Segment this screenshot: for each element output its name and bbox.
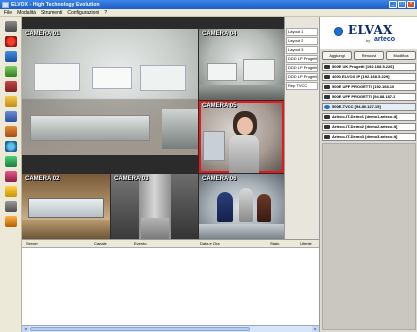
camera-tile-03[interactable]: CAMERA 03 — [111, 174, 198, 239]
search-icon[interactable] — [4, 141, 17, 152]
col-status[interactable]: Stato — [270, 241, 279, 246]
layout-item[interactable]: Layout 1 — [286, 28, 318, 36]
menu-strumenti[interactable]: Strumenti — [41, 10, 62, 16]
title-bar: ELVOX - High Technology Evolution _ □ × — [0, 0, 417, 9]
brand-by: by — [366, 38, 371, 43]
users-icon[interactable] — [4, 171, 17, 182]
bell-icon[interactable] — [4, 186, 17, 197]
layout-item[interactable]: Layout 2 — [286, 37, 318, 45]
scroll-right-icon[interactable]: ▸ — [312, 326, 319, 332]
globe-icon — [334, 27, 343, 36]
server-icon — [324, 65, 330, 69]
grid-icon[interactable] — [4, 111, 17, 122]
camera-tile-04[interactable]: CAMERA 04 — [199, 29, 284, 100]
camera-label: CAMERA 02 — [25, 176, 60, 182]
event-log-header: Server Canale Evento Data e Ora Stato Ut… — [22, 240, 319, 248]
minimize-button[interactable]: _ — [389, 1, 397, 8]
server-item[interactable]: 500E UK Progetti [192.168.5.226] — [322, 63, 416, 71]
server-icon — [324, 75, 330, 79]
layout-list: Layout 1 Layout 2 Layout 3 DDD LP Proget… — [284, 17, 319, 239]
server-item[interactable]: Arteco-IT-Demo3 [demo3.arteco.it] — [322, 133, 416, 141]
app-icon — [2, 1, 9, 8]
settings-icon[interactable] — [4, 201, 17, 212]
camera-tile-02[interactable]: CAMERA 02 — [22, 174, 110, 239]
server-panel: ELVAX by arteco Aggiungi Rimuovi Modific… — [319, 17, 417, 332]
col-server[interactable]: Server — [26, 241, 38, 246]
server-item[interactable]: 500E-TVCC [94.80.127.15] — [322, 103, 416, 111]
left-toolbar — [0, 17, 22, 332]
add-button[interactable]: Aggiungi — [322, 51, 352, 60]
server-icon — [324, 105, 330, 109]
server-icon — [324, 95, 330, 99]
playback-icon[interactable] — [4, 66, 17, 77]
edit-button[interactable]: Modifica — [386, 51, 416, 60]
scroll-left-icon[interactable]: ◂ — [22, 326, 29, 332]
server-list-empty — [322, 143, 416, 330]
server-item[interactable]: Arteco-IT-Demo1 [demo1.arteco.it] — [322, 113, 416, 121]
layout-item[interactable]: DDD LP Progetti — [286, 73, 318, 81]
video-grid: CAMERA 01 CAMERA 04 CAMERA 05 CAMERA 02 … — [22, 17, 284, 239]
brand-logo: ELVAX by arteco — [320, 17, 417, 49]
camera-label: CAMERA 05 — [202, 103, 237, 109]
camera-icon[interactable] — [4, 21, 17, 32]
col-user[interactable]: Utente — [300, 241, 312, 246]
film-icon[interactable] — [4, 81, 17, 92]
record-icon[interactable] — [4, 36, 17, 47]
panel-toolbar: Aggiungi Rimuovi Modifica — [322, 51, 416, 60]
horizontal-scrollbar[interactable]: ◂ ▸ — [22, 325, 319, 332]
map-icon[interactable] — [4, 126, 17, 137]
key-icon[interactable] — [4, 216, 17, 227]
camera-tile-01[interactable]: CAMERA 01 — [22, 29, 198, 155]
monitor-icon[interactable] — [4, 51, 17, 62]
server-icon — [324, 135, 330, 139]
layout-item[interactable]: DDD LP Progetti — [286, 64, 318, 72]
menu-help[interactable]: ? — [104, 10, 107, 16]
server-item[interactable]: 500E UFF PROGETTI [94.88.187.2 — [322, 93, 416, 101]
layout-item[interactable]: DDD LP Progetti — [286, 55, 318, 63]
network-icon[interactable] — [4, 156, 17, 167]
col-channel[interactable]: Canale — [94, 241, 107, 246]
camera-label: CAMERA 04 — [202, 31, 237, 37]
scroll-thumb[interactable] — [30, 327, 250, 331]
camera-label: CAMERA 03 — [114, 176, 149, 182]
server-item[interactable]: Arteco-IT-Demo2 [demo2.arteco.it] — [322, 123, 416, 131]
menu-bar: File Modalità Strumenti Configurazioni ? — [0, 9, 417, 17]
maximize-button[interactable]: □ — [398, 1, 406, 8]
menu-file[interactable]: File — [4, 10, 12, 16]
server-item[interactable]: 4000 ELVOX IP [192.168.5.229] — [322, 73, 416, 81]
server-icon — [324, 115, 330, 119]
menu-modalita[interactable]: Modalità — [17, 10, 36, 16]
brand-sub: arteco — [374, 36, 396, 43]
event-log: Server Canale Evento Data e Ora Stato Ut… — [22, 239, 319, 332]
layout-item[interactable]: Layout 3 — [286, 46, 318, 54]
camera-tile-05[interactable]: CAMERA 05 — [199, 101, 284, 173]
server-icon — [324, 125, 330, 129]
col-datetime[interactable]: Data e Ora — [200, 241, 220, 246]
camera-label: CAMERA 01 — [25, 31, 60, 37]
window-title: ELVOX - High Technology Evolution — [11, 1, 100, 8]
col-event[interactable]: Evento — [134, 241, 146, 246]
folder-icon[interactable] — [4, 96, 17, 107]
brand-name: ELVAX — [348, 23, 393, 37]
menu-configurazioni[interactable]: Configurazioni — [67, 10, 99, 16]
server-icon — [324, 85, 330, 89]
camera-label: CAMERA 06 — [202, 176, 237, 182]
remove-button[interactable]: Rimuovi — [354, 51, 384, 60]
layout-item[interactable]: Rep TVCC — [286, 82, 318, 90]
window-controls: _ □ × — [389, 1, 415, 8]
camera-tile-06[interactable]: CAMERA 06 — [199, 174, 284, 239]
close-button[interactable]: × — [407, 1, 415, 8]
server-item[interactable]: 500E UFF PROGETTI [192.168.10 — [322, 83, 416, 91]
